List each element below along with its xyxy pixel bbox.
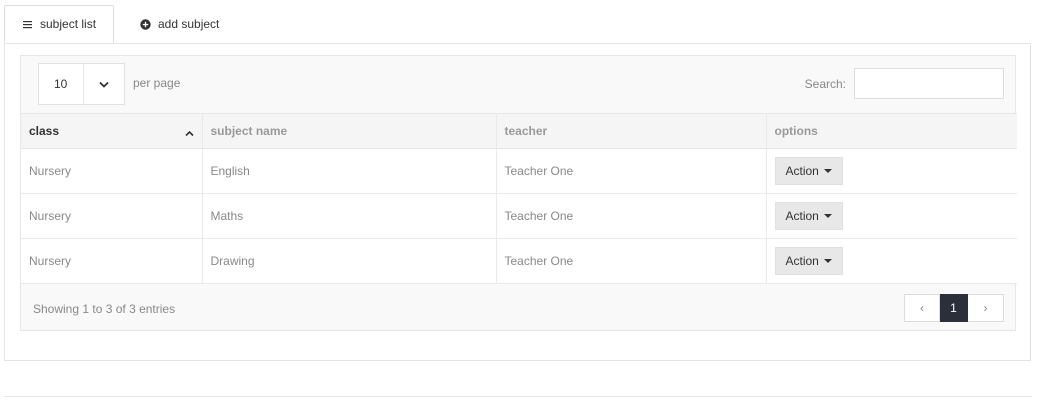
- chevron-down-icon[interactable]: [83, 64, 124, 104]
- cell-class: Nursery: [21, 238, 203, 284]
- tab-add-subject[interactable]: add subject: [126, 5, 219, 43]
- cell-options: Action: [766, 148, 1017, 194]
- tab-subject-list[interactable]: subject list: [4, 5, 114, 43]
- list-icon: [23, 20, 33, 29]
- caret-down-icon: [823, 169, 832, 173]
- table-header-row: class subject name teacher options: [21, 113, 1017, 149]
- search-label: Search:: [804, 77, 846, 91]
- page-size-select[interactable]: 10: [38, 63, 125, 105]
- cell-teacher: Teacher One: [496, 193, 767, 239]
- tab-panel: 10 per page Search: class subject name t…: [4, 43, 1031, 361]
- cell-teacher: Teacher One: [496, 148, 767, 194]
- cell-teacher: Teacher One: [496, 238, 767, 284]
- pagination-next-button[interactable]: ›: [968, 294, 1004, 322]
- table-row: Nursery English Teacher One Action: [21, 148, 1017, 194]
- tab-label: add subject: [158, 17, 220, 31]
- caret-down-icon: [823, 214, 832, 218]
- tab-bar: subject list add subject: [4, 5, 1032, 43]
- cell-subject-name: Maths: [202, 193, 497, 239]
- divider: [4, 396, 1032, 397]
- column-header-class[interactable]: class: [21, 113, 203, 149]
- cell-options: Action: [766, 238, 1017, 284]
- caret-down-icon: [823, 259, 832, 263]
- action-dropdown-button[interactable]: Action: [774, 202, 843, 230]
- search-input[interactable]: [854, 68, 1004, 99]
- cell-subject-name: Drawing: [202, 238, 497, 284]
- page-size-value: 10: [54, 77, 68, 91]
- pagination-prev-button[interactable]: ‹: [904, 294, 940, 322]
- table-toolbar: 10 per page Search:: [21, 56, 1015, 113]
- cell-subject-name: English: [202, 148, 497, 194]
- cell-options: Action: [766, 193, 1017, 239]
- action-dropdown-button[interactable]: Action: [774, 247, 843, 275]
- action-dropdown-button[interactable]: Action: [774, 157, 843, 185]
- table-footer: Showing 1 to 3 of 3 entries ‹ 1 ›: [21, 283, 1015, 331]
- datatable-wrapper: 10 per page Search: class subject name t…: [20, 55, 1017, 331]
- table-row: Nursery Drawing Teacher One Action: [21, 238, 1017, 284]
- subjects-table: class subject name teacher options Nurse…: [21, 113, 1017, 284]
- tab-label: subject list: [40, 17, 97, 31]
- sort-ascending-icon: [184, 126, 194, 140]
- table-row: Nursery Maths Teacher One Action: [21, 193, 1017, 239]
- per-page-label: per page: [133, 76, 181, 90]
- column-header-teacher[interactable]: teacher: [496, 113, 767, 149]
- pagination: ‹ 1 ›: [904, 294, 1004, 322]
- entries-info: Showing 1 to 3 of 3 entries: [33, 302, 176, 316]
- column-header-subject-name[interactable]: subject name: [202, 113, 497, 149]
- cell-class: Nursery: [21, 193, 203, 239]
- column-header-options[interactable]: options: [766, 113, 1017, 149]
- plus-circle-icon: [140, 18, 151, 30]
- pagination-page-1[interactable]: 1: [940, 294, 968, 322]
- cell-class: Nursery: [21, 148, 203, 194]
